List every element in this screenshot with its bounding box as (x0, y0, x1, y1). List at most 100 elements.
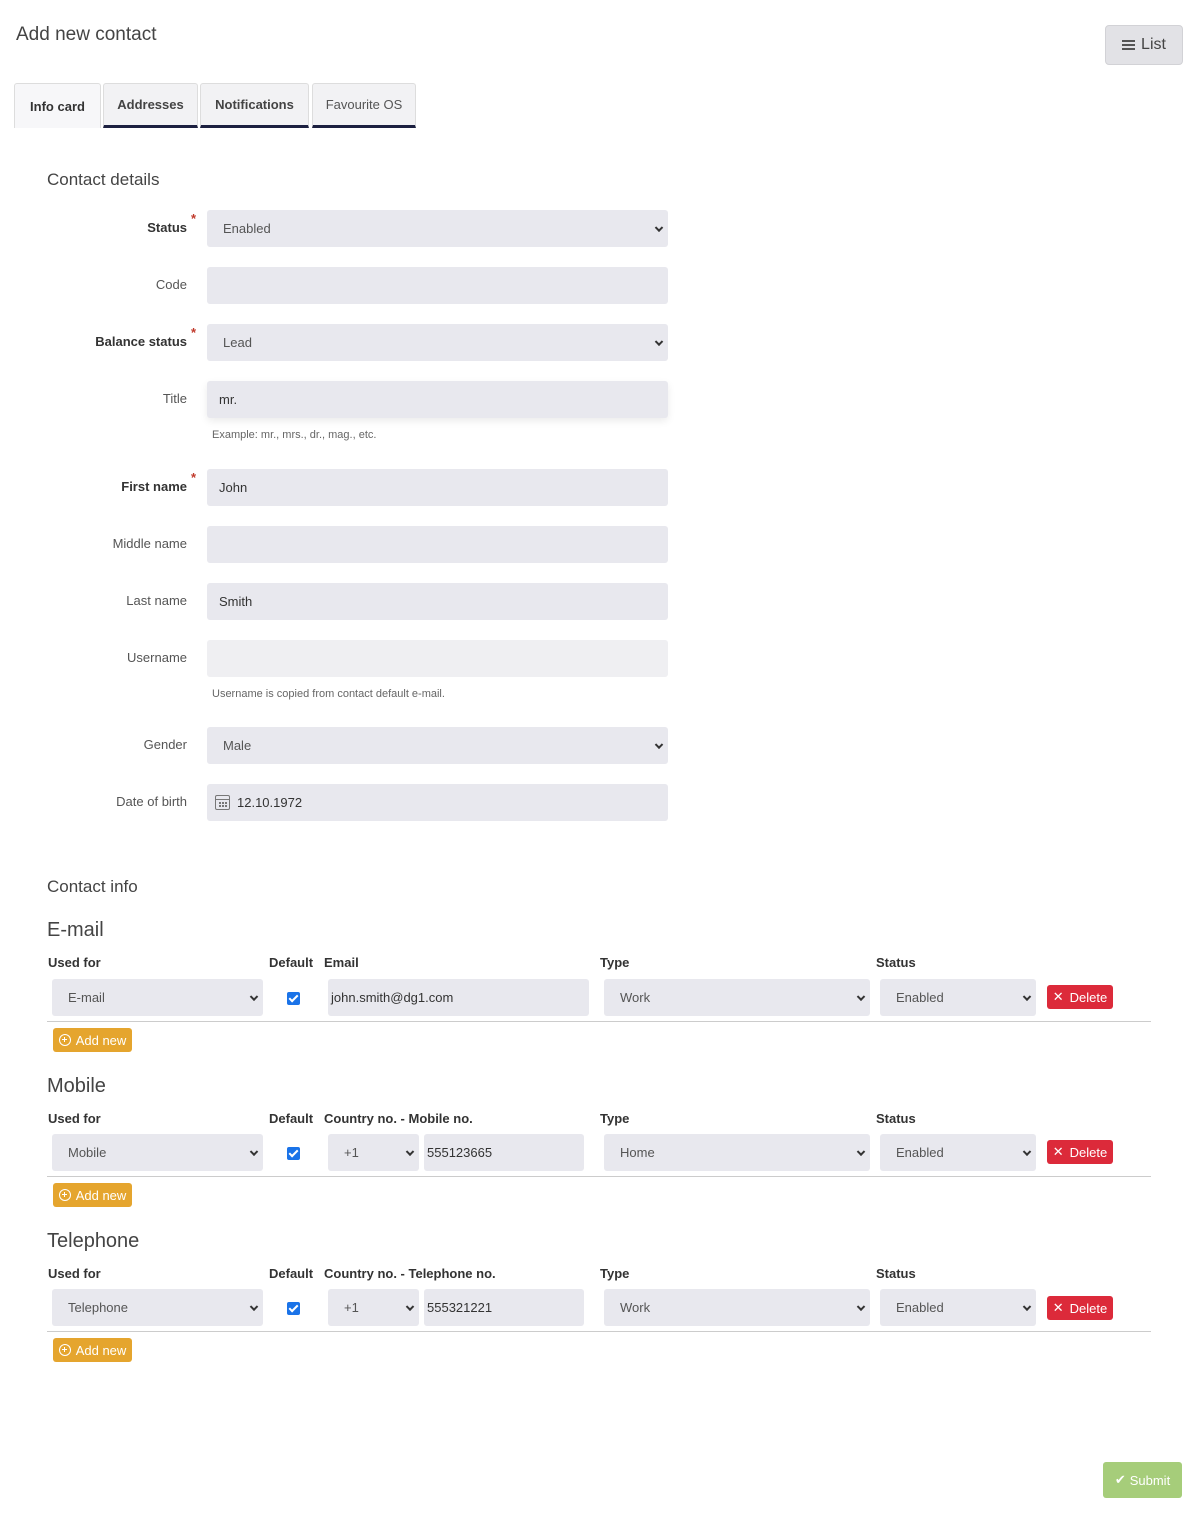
telephone-status-header: Status (876, 1266, 916, 1281)
plus-circle-icon (58, 1189, 71, 1201)
gender-label: Gender (143, 737, 187, 752)
telephone-add-new-button[interactable]: Add new (53, 1338, 132, 1362)
divider (47, 1176, 1151, 1177)
submit-button[interactable]: ✔ Submit (1103, 1462, 1182, 1498)
tab-addresses[interactable]: Addresses (103, 83, 198, 128)
mobile-value-header: Country no. - Mobile no. (324, 1111, 473, 1126)
telephone-value-header: Country no. - Telephone no. (324, 1266, 496, 1281)
required-star: * (191, 325, 197, 340)
gender-select[interactable]: Male (207, 727, 668, 764)
email-used-for-select[interactable]: E-mail (52, 979, 263, 1016)
contact-details-title: Contact details (47, 170, 160, 189)
mobile-used-for-select[interactable]: Mobile (52, 1134, 263, 1171)
mobile-number-input[interactable]: 555123665 (424, 1134, 584, 1171)
telephone-delete-button[interactable]: ✕ Delete (1047, 1296, 1113, 1320)
mobile-type-select[interactable]: Home (604, 1134, 870, 1171)
telephone-default-checkbox[interactable] (287, 1302, 300, 1315)
chevron-down-icon (249, 1147, 259, 1156)
telephone-country-select[interactable]: +1 (328, 1289, 419, 1326)
email-type-header: Type (600, 955, 630, 970)
mobile-default-checkbox[interactable] (287, 1147, 300, 1160)
mobile-add-new-button[interactable]: Add new (53, 1183, 132, 1207)
status-label: Status (147, 220, 187, 235)
username-label: Username (127, 650, 187, 665)
mobile-status-select[interactable]: Enabled (880, 1134, 1036, 1171)
email-delete-button[interactable]: ✕ Delete (1047, 985, 1113, 1009)
delete-label: Delete (1069, 989, 1108, 1005)
telephone-type-select[interactable]: Work (604, 1289, 870, 1326)
delete-label: Delete (1069, 1144, 1108, 1160)
dob-label: Date of birth (116, 794, 187, 809)
telephone-section-title: Telephone (47, 1230, 140, 1252)
chevron-down-icon (654, 740, 664, 749)
chevron-down-icon (249, 1302, 259, 1311)
close-icon: ✕ (1052, 1144, 1064, 1159)
check-icon: ✔ (1114, 1472, 1126, 1487)
title-input[interactable]: mr. (207, 381, 668, 418)
list-button-label: List (1141, 36, 1166, 53)
mobile-section-title: Mobile (47, 1075, 106, 1097)
mobile-default-header: Default (269, 1111, 314, 1126)
required-star: * (191, 211, 197, 226)
email-value-header: Email (324, 955, 359, 970)
chevron-down-icon (405, 1147, 415, 1156)
calendar-icon[interactable] (215, 795, 230, 810)
tab-favourite-os[interactable]: Favourite OS (312, 83, 416, 128)
telephone-default-header: Default (269, 1266, 314, 1281)
chevron-down-icon (654, 223, 664, 232)
chevron-down-icon (856, 1302, 866, 1311)
add-new-label: Add new (75, 1187, 127, 1203)
mobile-used-for-header: Used for (48, 1111, 101, 1126)
mobile-country-select[interactable]: +1 (328, 1134, 419, 1171)
chevron-down-icon (856, 992, 866, 1001)
email-status-select[interactable]: Enabled (880, 979, 1036, 1016)
telephone-type-header: Type (600, 1266, 630, 1281)
mobile-type-header: Type (600, 1111, 630, 1126)
last-name-input[interactable]: Smith (207, 583, 668, 620)
email-used-for-header: Used for (48, 955, 101, 970)
add-new-label: Add new (75, 1342, 127, 1358)
code-label: Code (155, 277, 187, 292)
balance-status-select[interactable]: Lead (207, 324, 668, 361)
code-input[interactable] (207, 267, 668, 304)
add-new-label: Add new (75, 1032, 127, 1048)
chevron-down-icon (856, 1147, 866, 1156)
divider (47, 1021, 1151, 1022)
status-select[interactable]: Enabled (207, 210, 668, 247)
dob-value: 12.10.1972 (237, 795, 303, 810)
plus-circle-icon (58, 1344, 71, 1356)
list-button[interactable]: List (1105, 25, 1183, 65)
last-name-label: Last name (126, 593, 187, 608)
required-star: * (191, 470, 197, 485)
delete-label: Delete (1069, 1300, 1108, 1316)
close-icon: ✕ (1052, 1300, 1064, 1315)
username-input (207, 640, 668, 677)
balance-status-label: Balance status (95, 334, 187, 349)
telephone-number-input[interactable]: 555321221 (424, 1289, 584, 1326)
mobile-delete-button[interactable]: ✕ Delete (1047, 1140, 1113, 1164)
email-add-new-button[interactable]: Add new (53, 1028, 132, 1052)
chevron-down-icon (249, 992, 259, 1001)
chevron-down-icon (1022, 1147, 1032, 1156)
page-title: Add new contact (16, 24, 157, 45)
telephone-status-select[interactable]: Enabled (880, 1289, 1036, 1326)
tab-info-card[interactable]: Info card (14, 83, 101, 128)
tab-notifications[interactable]: Notifications (200, 83, 309, 128)
submit-label: Submit (1129, 1472, 1171, 1488)
first-name-input[interactable]: John (207, 469, 668, 506)
title-label: Title (162, 391, 187, 406)
contact-info-title: Contact info (47, 877, 138, 896)
chevron-down-icon (1022, 992, 1032, 1001)
email-input[interactable]: john.smith@dg1.com (328, 979, 589, 1016)
dob-input[interactable]: 12.10.1972 (207, 784, 668, 821)
telephone-used-for-select[interactable]: Telephone (52, 1289, 263, 1326)
close-icon: ✕ (1052, 989, 1064, 1004)
email-default-header: Default (269, 955, 314, 970)
telephone-used-for-header: Used for (48, 1266, 101, 1281)
email-default-checkbox[interactable] (287, 992, 300, 1005)
chevron-down-icon (1022, 1302, 1032, 1311)
middle-name-input[interactable] (207, 526, 668, 563)
first-name-label: First name (121, 479, 187, 494)
email-type-select[interactable]: Work (604, 979, 870, 1016)
menu-icon (1122, 40, 1136, 50)
